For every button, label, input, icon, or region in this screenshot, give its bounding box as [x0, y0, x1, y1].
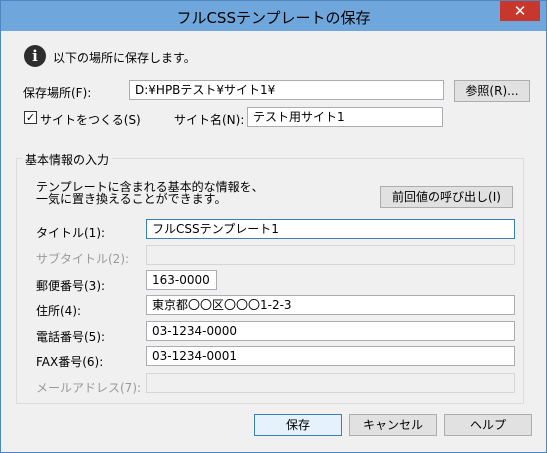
phone-input[interactable]: 03-1234-0000	[146, 321, 515, 341]
site-name-label: サイト名(N):	[174, 113, 245, 127]
email-input[interactable]	[146, 373, 515, 393]
browse-button[interactable]: 参照(R)...	[454, 80, 530, 102]
fax-input[interactable]: 03-1234-0001	[146, 346, 515, 366]
save-location-label: 保存場所(F):	[23, 86, 92, 100]
title-field-label: タイトル(1):	[36, 226, 106, 240]
info-icon: i	[24, 45, 46, 67]
email-field-label: メールアドレス(7):	[36, 381, 142, 395]
phone-field-label: 電話番号(5):	[36, 330, 106, 344]
recall-previous-button[interactable]: 前回値の呼び出し(I)	[380, 186, 513, 208]
dialog-title: フルCSSテンプレートの保存	[176, 9, 371, 27]
basic-info-group-label: 基本情報の入力	[22, 151, 113, 168]
site-name-input[interactable]: テスト用サイト1	[247, 107, 443, 127]
create-site-checkbox[interactable]: ✓	[24, 111, 37, 124]
dialog-body: i 以下の場所に保存します。 保存場所(F): D:¥HPBテスト¥サイト1¥ …	[8, 31, 539, 447]
info-message: 以下の場所に保存します。	[53, 51, 196, 65]
close-icon[interactable]: ✕	[500, 1, 540, 21]
address-field-label: 住所(4):	[36, 304, 82, 318]
help-button[interactable]: ヘルプ	[444, 414, 532, 436]
save-dialog: フルCSSテンプレートの保存 ✕ i 以下の場所に保存します。 保存場所(F):…	[0, 0, 547, 453]
save-location-input[interactable]: D:¥HPBテスト¥サイト1¥	[129, 80, 444, 100]
save-button[interactable]: 保存	[254, 414, 342, 436]
cancel-button[interactable]: キャンセル	[349, 414, 437, 436]
postal-input[interactable]: 163-0000	[146, 270, 217, 290]
fax-field-label: FAX番号(6):	[36, 355, 104, 369]
title-input[interactable]: フルCSSテンプレート1	[146, 219, 515, 239]
address-input[interactable]: 東京都〇〇区〇〇〇1-2-3	[146, 295, 515, 315]
title-bar[interactable]: フルCSSテンプレートの保存 ✕	[1, 1, 546, 31]
subtitle-input[interactable]	[146, 245, 515, 265]
basic-info-description-line2: 一気に置き換えることができます。	[36, 192, 227, 206]
create-site-label[interactable]: サイトをつくる(S)	[40, 111, 141, 128]
postal-field-label: 郵便番号(3):	[36, 279, 106, 293]
subtitle-field-label: サブタイトル(2):	[36, 252, 130, 266]
